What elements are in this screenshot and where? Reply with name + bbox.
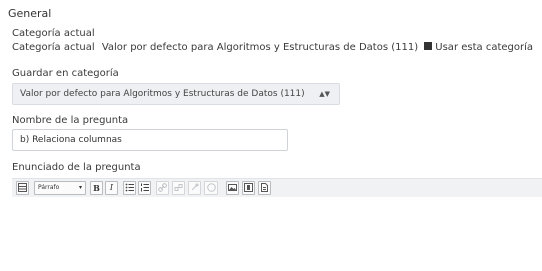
save-category-label: Guardar en categoría — [12, 68, 119, 79]
question-name-label: Nombre de la pregunta — [12, 115, 129, 126]
anchor-icon[interactable] — [188, 181, 201, 195]
insert-media-icon[interactable] — [242, 181, 255, 195]
emoticon-icon[interactable] — [204, 181, 218, 195]
save-category-selected: Valor por defecto para Algoritmos y Estr… — [20, 89, 305, 99]
chevron-down-icon: ▾ — [78, 184, 82, 191]
editor-toolbar: Párrafo ▾ B I — [12, 178, 542, 197]
format-select-value: Párrafo — [38, 184, 60, 191]
use-category-label[interactable]: Usar esta categoría — [435, 42, 533, 53]
bold-button[interactable]: B — [90, 181, 103, 195]
manage-files-icon[interactable] — [258, 181, 271, 195]
current-category-value: Valor por defecto para Algoritmos y Estr… — [101, 42, 419, 53]
question-text-label: Enunciado de la pregunta — [12, 162, 141, 173]
current-category-label: Categoría actual — [12, 42, 95, 53]
italic-button[interactable]: I — [105, 181, 118, 195]
insert-image-icon[interactable] — [226, 181, 239, 195]
format-select[interactable]: Párrafo ▾ — [34, 181, 86, 195]
section-title: General — [8, 7, 52, 20]
select-arrows-icon: ▲▼ — [319, 90, 330, 98]
link-icon[interactable] — [156, 181, 169, 195]
save-category-select[interactable]: Valor por defecto para Algoritmos y Estr… — [12, 83, 340, 105]
ordered-list-icon[interactable] — [138, 181, 151, 195]
unlink-icon[interactable] — [172, 181, 185, 195]
current-category-row: Categoría actual Valor por defecto para … — [12, 42, 533, 53]
question-text-editor[interactable] — [12, 197, 542, 271]
use-category-checkbox[interactable] — [424, 42, 435, 53]
current-category-heading: Categoría actual — [12, 28, 95, 39]
question-name-input[interactable]: b) Relaciona columnas — [12, 129, 288, 151]
unordered-list-icon[interactable] — [123, 181, 136, 195]
toolbar-toggle-icon[interactable] — [16, 181, 29, 195]
